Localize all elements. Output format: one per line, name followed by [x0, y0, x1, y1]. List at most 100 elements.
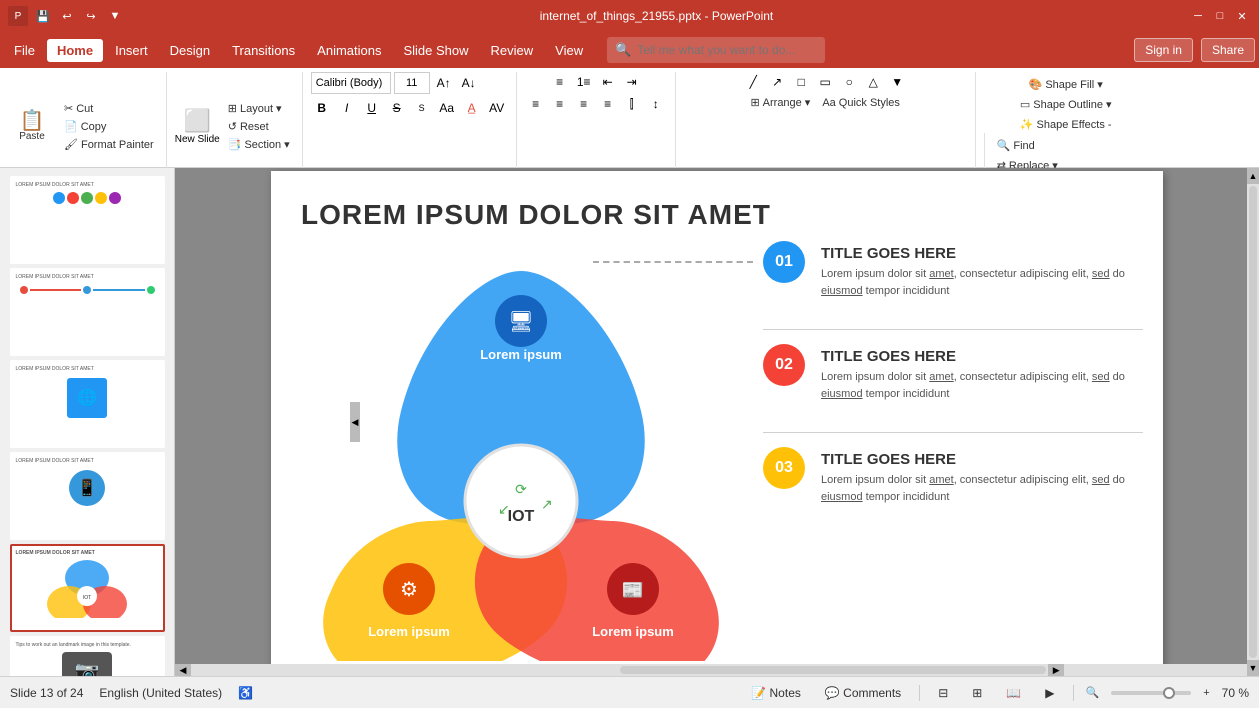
clipboard-sub: ✂ Cut 📄 Copy 🖌 Format Painter: [60, 100, 158, 153]
quick-styles-button[interactable]: Aa Quick Styles: [818, 95, 904, 111]
arrange-button[interactable]: ⊞ Arrange ▾: [746, 94, 814, 111]
copy-button[interactable]: 📄 Copy: [60, 118, 158, 135]
restore-btn[interactable]: □: [1211, 7, 1229, 25]
menu-home[interactable]: Home: [47, 39, 103, 62]
char-spacing-btn[interactable]: AV: [486, 98, 508, 118]
shape-arrow[interactable]: ↗: [766, 72, 788, 92]
layout-button[interactable]: ⊞ Layout ▾: [224, 100, 294, 117]
normal-view-btn[interactable]: ⊟: [932, 684, 954, 702]
numbering-btn[interactable]: 1≡: [573, 72, 595, 92]
panel-collapse-btn[interactable]: ◀: [350, 402, 360, 442]
comments-button[interactable]: 💬 Comments: [819, 684, 907, 702]
slide-preview-9[interactable]: LOREM IPSUM DOLOR SIT AMET: [10, 176, 165, 264]
drawing-sub: ⊞ Arrange ▾ Aa Quick Styles: [746, 94, 904, 111]
menu-design[interactable]: Design: [160, 39, 220, 62]
shape-round-rect[interactable]: ▭: [814, 72, 836, 92]
shape-effects-button[interactable]: ✨ Shape Effects -: [1016, 116, 1116, 133]
shape-more[interactable]: ▼: [886, 72, 908, 92]
slide-panel[interactable]: 9 LOREM IPSUM DOLOR SIT AMET ★ 10: [0, 168, 175, 676]
font-row1: A↑ A↓: [311, 72, 480, 94]
customize-btn[interactable]: ▼: [106, 7, 124, 25]
menu-insert[interactable]: Insert: [105, 39, 158, 62]
shape-outline-button[interactable]: ▭ Shape Outline ▾: [1016, 96, 1116, 113]
canvas-area[interactable]: ◀ LOREM IPSUM DOLOR SIT AMET 🖥: [175, 168, 1259, 676]
shape-line[interactable]: ╱: [742, 72, 764, 92]
align-right-btn[interactable]: ≡: [573, 94, 595, 114]
shape-triangle[interactable]: △: [862, 72, 884, 92]
slide-thumb-11[interactable]: 11 LOREM IPSUM DOLOR SIT AMET 🌐 ★: [10, 360, 165, 448]
italic-button[interactable]: I: [336, 98, 358, 118]
find-button[interactable]: 🔍 Find: [993, 137, 1148, 154]
shadow-text-btn[interactable]: S: [411, 98, 433, 118]
slide-preview-14[interactable]: Tips to work out an landmark image in th…: [10, 636, 165, 676]
paste-icon: 📋: [20, 111, 45, 131]
underline-button[interactable]: U: [361, 98, 383, 118]
item-number-2: 02: [763, 344, 805, 386]
font-case-btn[interactable]: Aa: [436, 98, 458, 118]
menu-file[interactable]: File: [4, 39, 45, 62]
line-spacing-btn[interactable]: ↕: [645, 94, 667, 114]
align-center-btn[interactable]: ≡: [549, 94, 571, 114]
scroll-left-btn[interactable]: ◀: [175, 664, 191, 676]
slide-thumb-9[interactable]: 9 LOREM IPSUM DOLOR SIT AMET ★: [10, 176, 165, 264]
menu-animations[interactable]: Animations: [307, 39, 391, 62]
zoom-thumb[interactable]: [1163, 687, 1175, 699]
slideshow-btn[interactable]: ▶: [1039, 684, 1060, 702]
slide-preview-12[interactable]: LOREM IPSUM DOLOR SIT AMET 📱: [10, 452, 165, 540]
increase-indent-btn[interactable]: ⇥: [621, 72, 643, 92]
scroll-right-btn[interactable]: ▶: [1048, 664, 1064, 676]
decrease-indent-btn[interactable]: ⇤: [597, 72, 619, 92]
reset-button[interactable]: ↺ Reset: [224, 118, 294, 135]
menu-view[interactable]: View: [545, 39, 593, 62]
diagram-svg: 🖥 ⚙ 📰 Lorem ipsum Lorem ipsum Lorem ipsu…: [301, 251, 741, 661]
increase-font-btn[interactable]: A↑: [433, 73, 455, 93]
cut-button[interactable]: ✂ Cut: [60, 100, 158, 117]
slide-thumb-13[interactable]: 13 LOREM IPSUM DOLOR SIT AMET IOT: [10, 544, 165, 632]
save-btn[interactable]: 💾: [34, 7, 52, 25]
titlebar: P 💾 ↩ ↪ ▼ internet_of_things_21955.pptx …: [0, 0, 1259, 32]
font-size-input[interactable]: [394, 72, 430, 94]
redo-btn[interactable]: ↪: [82, 7, 100, 25]
slide-sorter-btn[interactable]: ⊞: [966, 684, 988, 702]
shape-fill-button[interactable]: 🎨 Shape Fill ▾: [1025, 76, 1107, 93]
slide-thumb-12[interactable]: 12 LOREM IPSUM DOLOR SIT AMET 📱 ★: [10, 452, 165, 540]
format-painter-button[interactable]: 🖌 Format Painter: [60, 136, 158, 153]
scrollbar-right[interactable]: ▲ ▼: [1247, 168, 1259, 676]
menu-slideshow[interactable]: Slide Show: [393, 39, 478, 62]
reading-view-btn[interactable]: 📖: [1000, 684, 1027, 702]
menu-review[interactable]: Review: [481, 39, 544, 62]
section-button[interactable]: 📑 Section ▾: [224, 136, 294, 153]
font-family-input[interactable]: [311, 72, 391, 94]
slide-preview-10[interactable]: LOREM IPSUM DOLOR SIT AMET: [10, 268, 165, 356]
slide-thumb-10[interactable]: 10 LOREM IPSUM DOLOR SIT AMET ★: [10, 268, 165, 356]
align-left-btn[interactable]: ≡: [525, 94, 547, 114]
item-text-3: TITLE GOES HERE Lorem ipsum dolor sit am…: [821, 447, 1143, 505]
scrollbar-bottom[interactable]: ◀ ▶: [175, 664, 1247, 676]
slide-thumb-14[interactable]: 14 Tips to work out an landmark image in…: [10, 636, 165, 676]
slide-preview-11[interactable]: LOREM IPSUM DOLOR SIT AMET 🌐: [10, 360, 165, 448]
strikethrough-button[interactable]: S: [386, 98, 408, 118]
zoom-slider[interactable]: [1111, 691, 1191, 695]
paste-button[interactable]: 📋 Paste: [8, 109, 56, 144]
bullets-btn[interactable]: ≡: [549, 72, 571, 92]
decrease-font-btn[interactable]: A↓: [458, 73, 480, 93]
bold-button[interactable]: B: [311, 98, 333, 118]
shape-oval[interactable]: ○: [838, 72, 860, 92]
tell-me-input[interactable]: [637, 43, 817, 57]
notes-button[interactable]: 📝 Notes: [745, 684, 807, 702]
slide-preview-13[interactable]: LOREM IPSUM DOLOR SIT AMET IOT: [10, 544, 165, 632]
undo-btn[interactable]: ↩: [58, 7, 76, 25]
signin-button[interactable]: Sign in: [1134, 38, 1193, 62]
item-text-2: TITLE GOES HERE Lorem ipsum dolor sit am…: [821, 344, 1143, 402]
shape-rect[interactable]: □: [790, 72, 812, 92]
share-button[interactable]: Share: [1201, 38, 1255, 62]
font-color-btn[interactable]: A̲: [461, 98, 483, 118]
minimize-btn[interactable]: ─: [1189, 7, 1207, 25]
scroll-down-btn[interactable]: ▼: [1247, 660, 1259, 676]
menu-transitions[interactable]: Transitions: [222, 39, 305, 62]
scroll-up-btn[interactable]: ▲: [1247, 168, 1259, 184]
justify-btn[interactable]: ≡: [597, 94, 619, 114]
close-btn[interactable]: ✕: [1233, 7, 1251, 25]
new-slide-btn[interactable]: ⬜ New Slide: [175, 108, 220, 145]
columns-btn[interactable]: ⫿: [621, 94, 643, 114]
